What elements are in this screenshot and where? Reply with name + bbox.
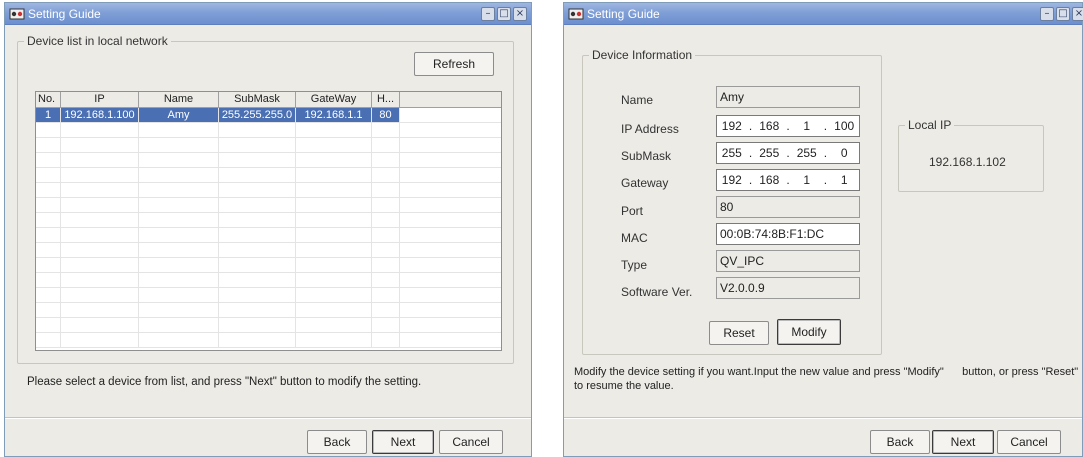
empty-table-row (36, 198, 501, 213)
type-field[interactable]: QV_IPC (716, 250, 860, 272)
mac-label: MAC (621, 231, 648, 245)
back-button[interactable]: Back (307, 430, 367, 454)
empty-table-row (36, 183, 501, 198)
cancel-button[interactable]: Cancel (439, 430, 503, 454)
minimize-icon[interactable]: – (481, 7, 495, 21)
empty-rows (36, 123, 501, 348)
local-ip-value: 192.168.1.102 (929, 155, 1006, 169)
table-row[interactable]: 1 192.168.1.100 Amy 255.255.255.0 192.16… (36, 108, 501, 123)
column-header-empty (400, 92, 501, 107)
gateway-input[interactable]: 192. 168. 1. 1 (716, 169, 860, 191)
setting-guide-window-device-info: Setting Guide – □ × Device Information N… (563, 2, 1083, 457)
empty-table-row (36, 123, 501, 138)
instruction-line-2: to resume the value. (574, 380, 674, 392)
app-icon (9, 8, 25, 20)
table-header: No. IP Name SubMask GateWay H... (36, 92, 501, 108)
next-button[interactable]: Next (372, 430, 434, 454)
group-label: Device list in local network (24, 34, 171, 48)
maximize-icon[interactable]: □ (497, 7, 511, 21)
column-header-submask[interactable]: SubMask (219, 92, 296, 107)
empty-table-row (36, 303, 501, 318)
software-version-label: Software Ver. (621, 285, 693, 299)
empty-table-row (36, 213, 501, 228)
cell-gateway: 192.168.1.1 (296, 108, 372, 122)
title-bar[interactable]: Setting Guide – □ × (5, 3, 531, 25)
instruction-line-1: Modify the device setting if you want.In… (574, 366, 1079, 378)
cell-submask: 255.255.255.0 (219, 108, 296, 122)
next-button[interactable]: Next (932, 430, 994, 454)
separator (5, 417, 531, 419)
title-bar[interactable]: Setting Guide – □ × (564, 3, 1083, 25)
cell-ip: 192.168.1.100 (61, 108, 139, 122)
minimize-icon[interactable]: – (1040, 7, 1054, 21)
column-header-http-port[interactable]: H... (372, 92, 400, 107)
ip-address-input[interactable]: 192. 168. 1. 100 (716, 115, 860, 137)
close-icon[interactable]: × (1072, 7, 1083, 21)
submask-label: SubMask (621, 149, 672, 163)
cell-http-port: 80 (372, 108, 400, 122)
empty-table-row (36, 288, 501, 303)
empty-table-row (36, 153, 501, 168)
empty-table-row (36, 318, 501, 333)
empty-table-row (36, 273, 501, 288)
name-field[interactable]: Amy (716, 86, 860, 108)
empty-table-row (36, 138, 501, 153)
back-button[interactable]: Back (870, 430, 930, 454)
type-label: Type (621, 258, 648, 272)
cell-no: 1 (36, 108, 61, 122)
separator (564, 417, 1082, 419)
ip-address-label: IP Address (621, 122, 679, 136)
modify-button[interactable]: Modify (777, 319, 841, 345)
instruction-text: Modify the device setting if you want.In… (574, 365, 1083, 393)
reset-button[interactable]: Reset (709, 321, 769, 345)
name-label: Name (621, 93, 654, 107)
device-table[interactable]: No. IP Name SubMask GateWay H... 1 192.1… (35, 91, 502, 351)
refresh-button[interactable]: Refresh (414, 52, 494, 76)
close-icon[interactable]: × (513, 7, 527, 21)
setting-guide-window-device-list: Setting Guide – □ × Device list in local… (4, 2, 532, 457)
mac-input[interactable]: 00:0B:74:8B:F1:DC (716, 223, 860, 245)
maximize-icon[interactable]: □ (1056, 7, 1070, 21)
app-icon (568, 8, 584, 20)
port-label: Port (621, 204, 644, 218)
software-version-field[interactable]: V2.0.0.9 (716, 277, 860, 299)
empty-table-row (36, 228, 501, 243)
empty-table-row (36, 333, 501, 348)
submask-input[interactable]: 255. 255. 255. 0 (716, 142, 860, 164)
instruction-text: Please select a device from list, and pr… (27, 376, 422, 388)
cell-name: Amy (139, 108, 219, 122)
empty-table-row (36, 243, 501, 258)
gateway-label: Gateway (621, 176, 669, 190)
port-field[interactable]: 80 (716, 196, 860, 218)
cancel-button[interactable]: Cancel (997, 430, 1061, 454)
empty-table-row (36, 168, 501, 183)
window-title: Setting Guide (28, 7, 101, 21)
empty-table-row (36, 258, 501, 273)
local-ip-label: Local IP (905, 118, 955, 132)
window-title: Setting Guide (587, 7, 660, 21)
column-header-ip[interactable]: IP (61, 92, 139, 107)
column-header-gateway[interactable]: GateWay (296, 92, 372, 107)
group-label: Device Information (589, 48, 696, 62)
column-header-name[interactable]: Name (139, 92, 219, 107)
column-header-no[interactable]: No. (36, 92, 61, 107)
